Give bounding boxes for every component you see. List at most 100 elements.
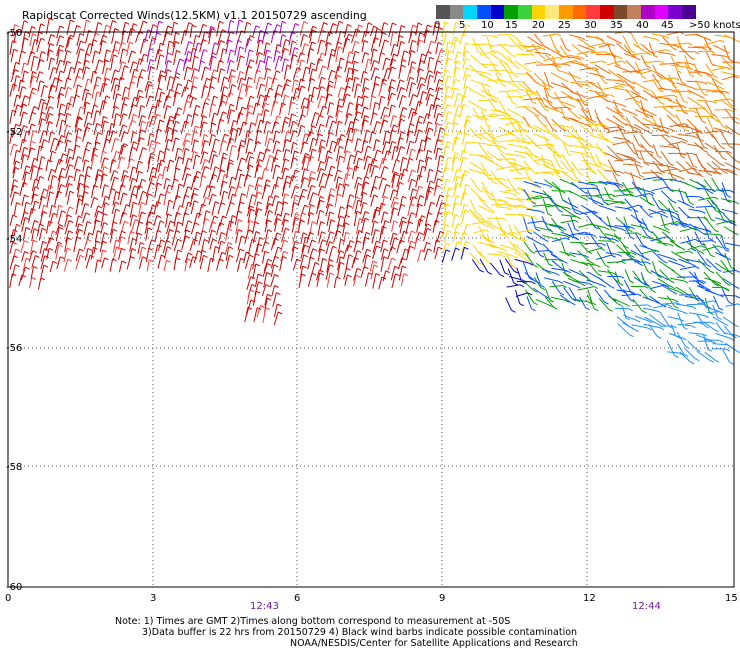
wind-barb-flag	[544, 108, 549, 112]
wind-barb-flag	[346, 93, 351, 97]
wind-barb	[360, 106, 365, 119]
wind-barb	[559, 178, 575, 186]
wind-barb-flag	[203, 121, 208, 125]
wind-barb-flag	[629, 280, 635, 284]
wind-barb	[193, 250, 199, 263]
wind-barb	[174, 148, 179, 161]
wind-barb-flag	[670, 280, 675, 284]
wind-barb-flag	[519, 252, 524, 256]
wind-barb	[703, 334, 709, 350]
wind-barb-flag	[50, 57, 56, 61]
wind-barb-flag	[647, 327, 652, 331]
wind-barb	[625, 60, 637, 72]
wind-barb	[192, 35, 197, 48]
wind-barb-flag	[514, 65, 520, 69]
wind-barb-flag	[249, 289, 255, 293]
wind-barb	[66, 191, 71, 205]
wind-barb	[211, 166, 216, 180]
wind-barb	[360, 71, 364, 84]
wind-barb-flag	[24, 37, 29, 41]
wind-barb	[698, 240, 712, 242]
wind-barb-flag	[719, 339, 724, 343]
wind-barb-flag	[68, 148, 74, 152]
wind-barb-flag	[213, 95, 219, 99]
wind-barb-flag	[238, 19, 244, 23]
wind-barb-flag	[455, 114, 460, 117]
wind-barb	[478, 251, 489, 263]
wind-barb-flag	[60, 184, 66, 188]
wind-barb-flag	[540, 210, 545, 214]
wind-barb	[517, 93, 534, 98]
wind-barb	[56, 205, 60, 218]
wind-barb-flag	[150, 156, 155, 160]
wind-barb-flag	[35, 255, 40, 258]
wind-barb	[73, 25, 78, 37]
wind-barb-flag	[266, 49, 271, 53]
wind-barb-flag	[445, 69, 450, 73]
wind-barb	[82, 126, 87, 142]
wind-barb-flag	[102, 249, 107, 253]
wind-barb-flag	[647, 271, 653, 275]
wind-barb	[487, 253, 501, 256]
wind-barb	[372, 149, 378, 165]
wind-barb	[517, 141, 533, 143]
wind-barb	[478, 133, 493, 143]
wind-barb-flag	[393, 124, 398, 128]
wind-barb-flag	[426, 136, 432, 140]
wind-barb-flag	[420, 83, 426, 87]
wind-barb	[696, 350, 710, 361]
wind-barb-flag	[559, 228, 565, 232]
wind-barb	[667, 105, 683, 107]
wind-barb-flag	[205, 196, 210, 200]
wind-barb-flag	[510, 34, 515, 38]
wind-barb	[625, 204, 639, 210]
wind-barb-flag	[14, 69, 20, 73]
wind-barb	[640, 43, 652, 53]
wind-barb-flag	[400, 40, 406, 44]
wind-barb-flag	[593, 286, 599, 290]
wind-barb-flag	[703, 93, 708, 97]
wind-barb-flag	[583, 197, 588, 201]
wind-barb-flag	[366, 254, 371, 258]
wind-barb	[289, 40, 293, 56]
wind-barb	[28, 208, 33, 223]
wind-barb-flag	[232, 214, 237, 218]
wind-barb	[667, 172, 681, 178]
wind-barb	[715, 321, 724, 333]
wind-barb-flag	[636, 319, 641, 323]
wind-barb	[721, 75, 735, 81]
wind-barb-flag	[257, 208, 263, 212]
wind-barb-flag	[248, 111, 253, 115]
wind-barb	[135, 171, 140, 183]
wind-barb	[252, 25, 257, 37]
wind-barb	[505, 297, 512, 311]
wind-barb-flag	[419, 195, 425, 198]
wind-barb	[408, 94, 414, 107]
wind-barb-flag	[364, 266, 369, 270]
wind-barb-flag	[304, 97, 309, 101]
wind-barb-flag	[691, 325, 696, 329]
wind-barb-flag	[275, 164, 281, 168]
wind-barb-flag	[85, 53, 91, 56]
wind-barb-flag	[593, 201, 598, 205]
wind-barb-flag	[131, 119, 137, 123]
wind-barb	[615, 42, 627, 52]
wind-barb	[496, 34, 511, 36]
wind-barb	[346, 154, 351, 170]
wind-barb-flag	[311, 184, 316, 188]
wind-barb-flag	[564, 79, 569, 83]
wind-barb-flag	[671, 286, 676, 290]
wind-barb	[372, 273, 377, 289]
wind-barb-flag	[605, 227, 610, 231]
wind-barb	[198, 60, 202, 72]
wind-barb-flag	[650, 191, 656, 195]
wind-barb-flag	[411, 169, 417, 173]
wind-barb	[507, 232, 520, 240]
wind-barb	[30, 56, 35, 72]
wind-barb	[300, 34, 304, 47]
wind-barb-flag	[301, 273, 306, 277]
wind-barb-flag	[375, 228, 380, 232]
wind-barb-flag	[290, 101, 296, 105]
wind-barb	[397, 257, 403, 270]
wind-barb-flag	[448, 50, 454, 53]
